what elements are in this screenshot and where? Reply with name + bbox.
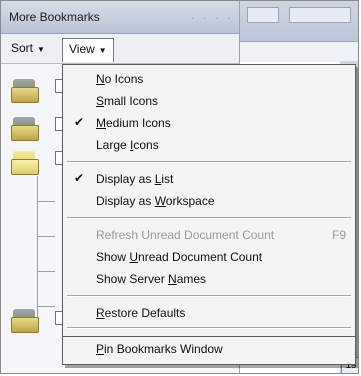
menu-item-label: Refresh Unread Document Count F9 [96, 228, 346, 242]
dropdown-arrow-icon: ▼ [98, 46, 107, 55]
menu-item-label: No Icons [96, 72, 144, 86]
menu-item-label: Display as List [96, 172, 174, 186]
tree-connector [37, 201, 55, 202]
menu-item-label: Show Server Names [96, 272, 207, 286]
check-icon: ✔ [74, 115, 85, 129]
menu-item-label: Large Icons [96, 138, 159, 152]
bookmark-folder-icon[interactable] [11, 309, 41, 333]
sort-label: Sort [11, 41, 34, 55]
background-toolbar-button [247, 7, 279, 23]
menu-item-show-server-names[interactable]: Show Server Names [63, 269, 355, 289]
menu-item-label: Small Icons [96, 94, 159, 108]
menu-item-label: Display as Workspace [96, 194, 215, 208]
menu-item-show-unread-count[interactable]: Show Unread Document Count [63, 247, 355, 267]
menu-item-no-icons[interactable]: ✔ No Icons [63, 69, 355, 89]
dropdown-arrow-icon: ▼ [37, 45, 45, 54]
menu-item-refresh-unread-count: Refresh Unread Document Count F9 [63, 225, 355, 245]
panel-title: More Bookmarks [9, 10, 100, 24]
bookmark-folder-icon[interactable] [11, 151, 41, 175]
tree-connector [37, 271, 55, 272]
menu-item-display-as-workspace[interactable]: ✔ Display as Workspace [63, 191, 355, 211]
tree-connector [37, 306, 55, 307]
tree-connector [37, 236, 55, 237]
bookmark-folder-icon[interactable] [11, 117, 41, 141]
menu-item-shortcut: F9 [331, 228, 346, 242]
menu-item-medium-icons[interactable]: ✔ Medium Icons [63, 113, 355, 133]
background-window-header [239, 1, 358, 62]
menu-item-pin-bookmarks-window[interactable]: Pin Bookmarks Window [63, 339, 355, 359]
menu-separator [67, 217, 351, 219]
menu-item-label: Pin Bookmarks Window [96, 342, 223, 356]
screenshot-frame: 19 More Bookmarks · · · · Sort▼ View▼ [0, 0, 359, 374]
menu-separator [67, 161, 351, 163]
menu-item-restore-defaults[interactable]: Restore Defaults [63, 303, 355, 323]
view-dropdown-menu: ✔ No Icons ✔ Small Icons ✔ Medium Icons … [62, 64, 356, 337]
view-button[interactable]: View ▼ [62, 38, 114, 62]
view-dropdown-menu-tail: Pin Bookmarks Window [62, 337, 356, 365]
view-label: View [69, 42, 95, 56]
menu-separator [67, 295, 351, 297]
menu-item-label: Medium Icons [96, 116, 171, 130]
background-toolbar-button [289, 7, 351, 23]
bookmark-folder-icon[interactable] [11, 79, 41, 103]
panel-toolbar: Sort ▼ View ▼ [1, 34, 239, 64]
tree-connector [37, 176, 38, 326]
menu-item-small-icons[interactable]: ✔ Small Icons [63, 91, 355, 111]
background-tab-row [239, 41, 358, 62]
check-icon: ✔ [74, 171, 85, 185]
grip-dots-icon: · · · · [191, 13, 234, 24]
menu-item-large-icons[interactable]: ✔ Large Icons [63, 135, 355, 155]
sort-button[interactable]: Sort ▼ [7, 40, 49, 56]
panel-titlebar[interactable]: More Bookmarks · · · · [1, 1, 239, 34]
menu-item-label: Restore Defaults [96, 306, 186, 320]
menu-item-display-as-list[interactable]: ✔ Display as List [63, 169, 355, 189]
menu-separator [67, 327, 351, 329]
menu-item-label: Show Unread Document Count [96, 250, 263, 264]
